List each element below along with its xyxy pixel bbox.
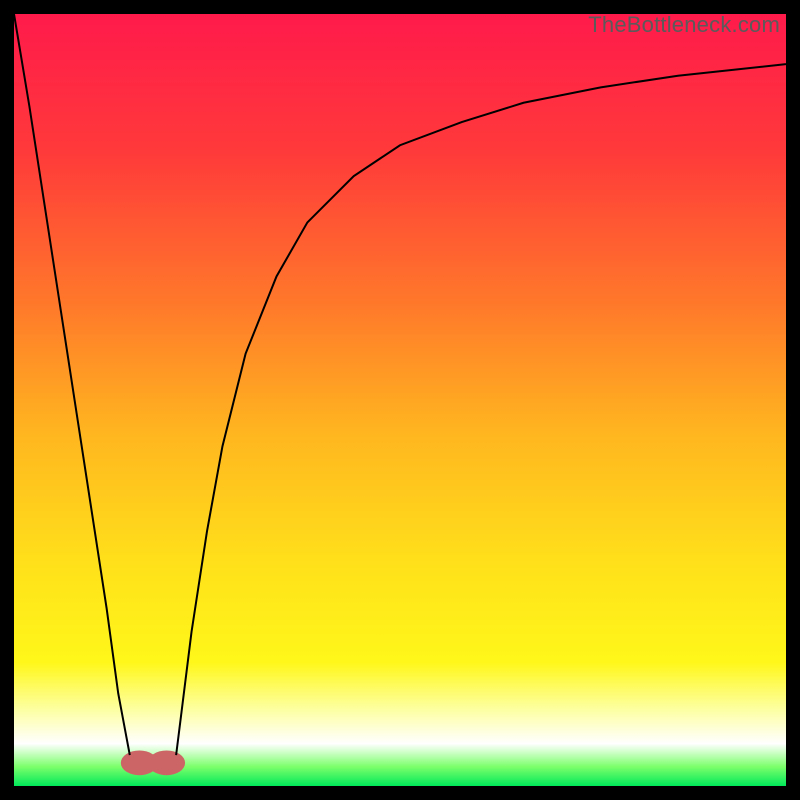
chart-background [14, 14, 786, 786]
chart-frame: TheBottleneck.com [0, 0, 800, 800]
watermark-label: TheBottleneck.com [588, 12, 780, 38]
bottleneck-chart [14, 14, 786, 786]
